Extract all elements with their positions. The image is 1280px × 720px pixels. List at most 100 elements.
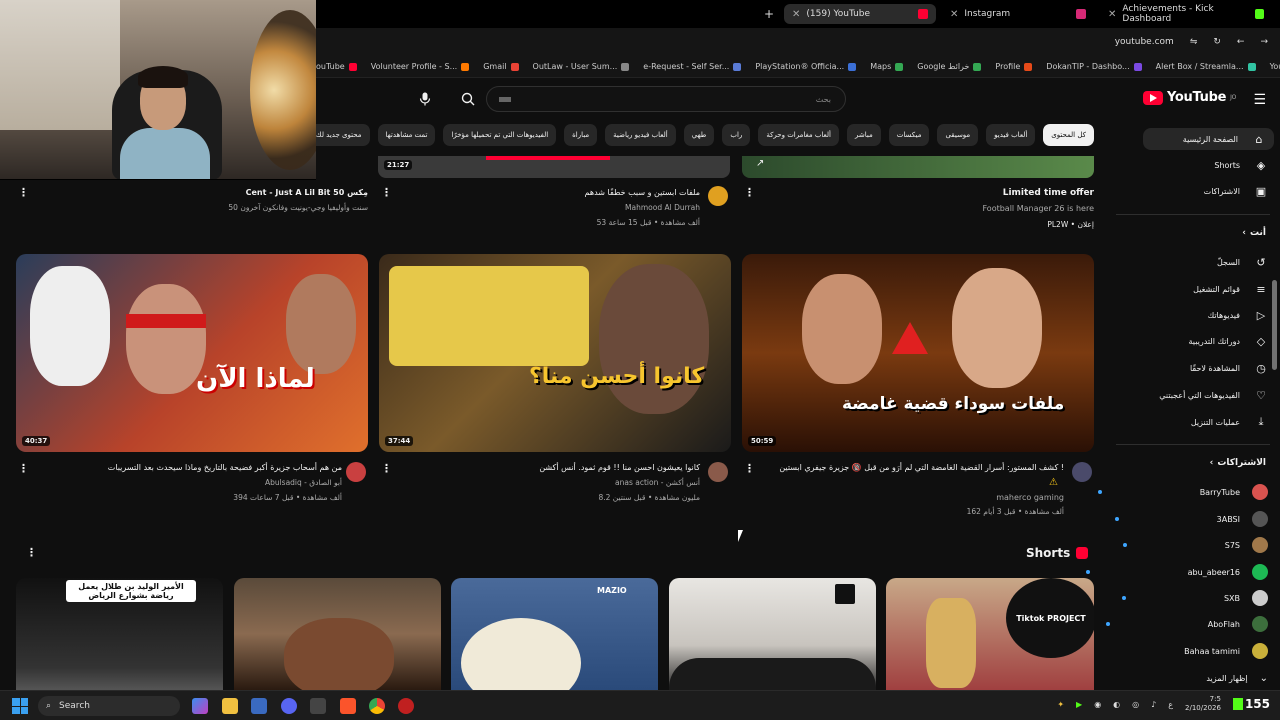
sidebar-sub-item[interactable]: 3ABSI [1114,509,1268,529]
store-icon[interactable] [251,698,267,714]
app-icon[interactable] [310,698,326,714]
sidebar-item-subscriptions[interactable]: الاشتراكات ▣ [1204,180,1268,202]
brave-icon[interactable] [340,698,356,714]
sidebar-item-playlists[interactable]: قوائم التشغيل ≡ [1193,278,1268,300]
scrollbar[interactable] [1272,280,1277,370]
bookmark-item[interactable]: Volunteer Profile - S... [371,62,470,71]
avatar[interactable] [708,186,728,206]
sidebar-sub-item[interactable]: SXB [1121,588,1268,608]
sidebar-item-home[interactable]: الصفحة الرئيسية ⌂ [1142,128,1274,150]
chip[interactable]: تمت مشاهدتها [377,124,436,146]
more-options-icon[interactable]: ⋮ [18,462,29,475]
chip[interactable]: موسيقى [937,124,979,146]
play-icon[interactable]: ▶ [1076,700,1082,709]
hamburger-menu-icon[interactable]: ☰ [1253,92,1266,108]
more-options-icon[interactable]: ⋮ [744,462,755,475]
search-icon[interactable] [454,86,482,112]
app-icon[interactable] [398,698,414,714]
sidebar-item-shorts[interactable]: Shorts ◈ [1214,154,1268,176]
sidebar-item-courses[interactable]: دوراتك التدريبية ◇ [1188,330,1268,352]
chip[interactable]: ألعاب مغامرات وحركة [758,124,840,146]
channel-name[interactable]: Abulsadiq - أبو الصادق [265,478,342,487]
channel-name[interactable]: maherco gaming [996,493,1064,502]
language-indicator[interactable]: ع [1168,700,1173,709]
chip[interactable]: الفيديوهات التي تم تحميلها مؤخرًا [443,124,557,146]
ad-thumbnail-partial[interactable]: ↗ [742,156,1094,178]
tab-youtube[interactable]: ✕ (159) YouTube [784,4,936,24]
more-options-icon[interactable]: ⋮ [381,462,392,475]
sidebar-sub-item[interactable]: BarryTube [1097,482,1268,502]
close-icon[interactable]: ✕ [950,9,958,20]
video-title[interactable]: من هم أسحاب جزيرة أكبر فضيحة بالتاريخ وم… [108,463,342,472]
back-icon[interactable]: ← [1237,37,1245,47]
short-card[interactable] [669,578,876,690]
bookmark-item[interactable]: DokanTIP - Dashbo... [1046,62,1142,71]
avatar[interactable] [708,462,728,482]
sidebar-item-watch-later[interactable]: المشاهدة لاحقًا ◷ [1190,357,1268,379]
sidebar-sub-item[interactable]: S7S [1122,535,1268,555]
short-card[interactable]: Tiktok PROJECT [886,578,1094,690]
sidebar-item-history[interactable]: السجلّ ↺ [1217,251,1268,273]
bookmark-item[interactable]: ouTube [316,62,357,71]
copilot-icon[interactable] [192,698,208,714]
chip[interactable]: راب [722,124,751,146]
sidebar-item-liked[interactable]: الفيديوهات التي أعجبتني ♡ [1159,384,1268,406]
bookmark-item[interactable]: e-Request - Self Ser... [643,62,742,71]
video-title[interactable]: كشف المستور: أسرار القضية الغامضة التي ل… [779,463,1064,472]
chip[interactable]: طهي [683,124,715,146]
headset-icon[interactable]: ◎ [1132,700,1139,709]
voice-search-icon[interactable] [412,86,438,112]
bookmark-item[interactable]: YouTube [1270,62,1280,71]
bookmark-item[interactable]: PlayStation® Officia... [755,62,857,71]
more-options-icon[interactable]: ⋮ [18,186,29,199]
tray-app-icon[interactable]: ◐ [1113,700,1120,709]
tab-kick[interactable]: ✕ Achievements - Kick Dashboard [1100,4,1272,24]
sidebar-sub-item[interactable]: abu_abeer16 [1085,562,1268,582]
tray-app-icon[interactable]: ◉ [1094,700,1101,709]
video-thumbnail[interactable]: لماذا الآن 40:37 [16,254,368,452]
windows-start-icon[interactable] [12,698,28,714]
ad-title[interactable]: Limited time offer [1003,188,1094,198]
close-icon[interactable]: ✕ [792,9,800,20]
search-input[interactable]: بحث [486,86,846,112]
tab-instagram[interactable]: ✕ Instagram [942,4,1094,24]
discord-icon[interactable] [281,698,297,714]
sidebar-item-downloads[interactable]: عمليات التنزيل ⤓ [1191,411,1268,433]
video-thumbnail-partial[interactable]: 21:27 [378,156,730,178]
bookmark-item[interactable]: Maps [870,62,904,71]
avatar[interactable] [346,462,366,482]
short-card[interactable]: الأمير الوليد بن طلال يعمل رياضة بشوارع … [16,578,223,690]
video-thumbnail[interactable]: كانوا أحسن منا؟ 37:44 [379,254,731,452]
sidebar-you-header[interactable]: ‹ أنت [1242,228,1266,238]
bookmark-item[interactable]: Google خرائط [917,62,982,71]
video-thumbnail[interactable]: ملفات سوداء قضية غامضة 50:59 [742,254,1094,452]
channel-name[interactable]: anas action - أنس أكشن [615,478,700,487]
close-icon[interactable]: ✕ [1108,9,1116,20]
chip[interactable]: محتوى جديد لك [316,124,370,146]
reload-icon[interactable]: ↻ [1213,37,1221,47]
chip[interactable]: مباشر [847,124,881,146]
bookmark-item[interactable]: Alert Box / Streamla... [1156,62,1256,71]
show-more-button[interactable]: إظهار المزيد ⌄ [1206,668,1268,688]
chip[interactable]: كل المحتوى [1043,124,1094,146]
more-options-icon[interactable]: ⋮ [744,186,755,199]
bookmark-item[interactable]: Profile [995,62,1033,71]
video-title[interactable]: ملفات ابستين و سبب خطفًا شدهم [585,188,700,197]
new-tab-button[interactable]: + [764,7,774,21]
bookmark-item[interactable]: OutLaw - User Sum... [533,62,630,71]
url-text[interactable]: youtube.com [1115,37,1174,47]
short-card[interactable]: MAZIO [451,578,658,690]
sidebar-sub-item[interactable]: AboFlah [1105,614,1268,634]
chip[interactable]: ميكسات [888,124,930,146]
bookmark-item[interactable]: Gmail [483,62,519,71]
clock[interactable]: 7:5 2/10/2026 [1185,695,1221,713]
chip[interactable]: ألعاب فيديو رياضية [605,124,676,146]
chip[interactable]: مباراة [564,124,598,146]
chrome-icon[interactable] [369,698,385,714]
sidebar-sub-item[interactable]: Bahaa tamimi [1082,641,1268,661]
file-explorer-icon[interactable] [222,698,238,714]
youtube-logo[interactable]: YouTube JO [1142,90,1236,105]
channel-name[interactable]: Mahmood Al Durrah [625,203,700,212]
forward-icon[interactable]: → [1260,37,1268,47]
sidebar-item-your-videos[interactable]: فيديوهاتك ▷ [1208,304,1268,326]
